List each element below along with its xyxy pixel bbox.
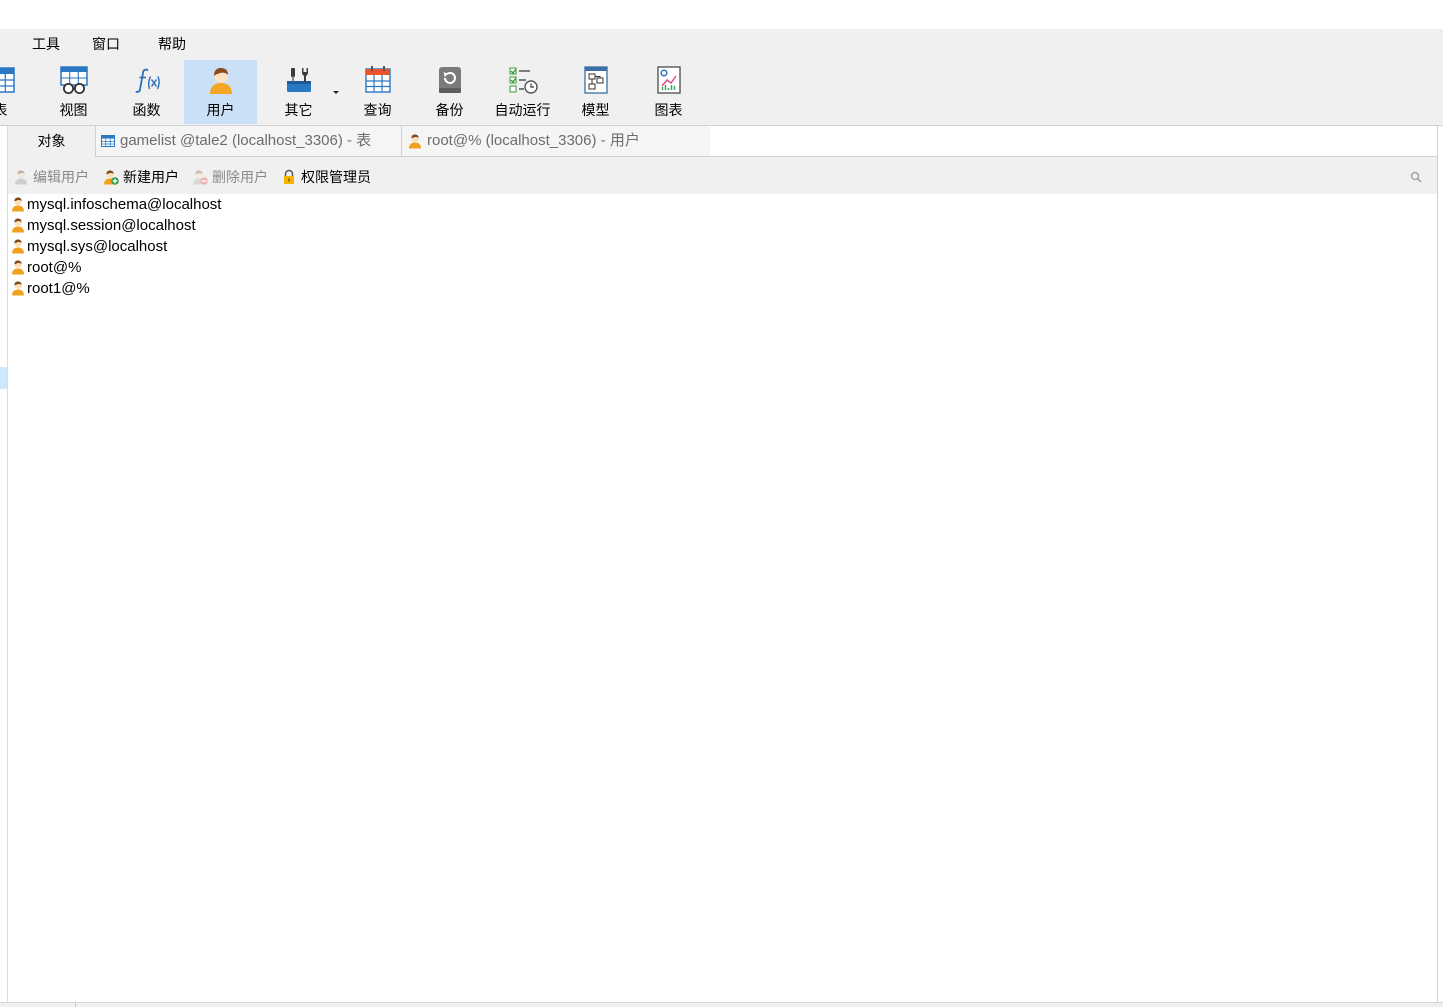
- menu-tools[interactable]: 工具: [32, 36, 60, 52]
- user-icon: [12, 260, 24, 275]
- menu-window[interactable]: 窗口: [92, 36, 120, 52]
- toolbar-backup-button[interactable]: 备份: [413, 60, 486, 124]
- object-toolbar: 编辑用户 新建用户 删除用户 权限管理员: [8, 157, 1437, 194]
- toolbar-backup-label: 备份: [435, 102, 464, 118]
- new-user-label: 新建用户: [123, 169, 179, 185]
- function-icon: [134, 68, 160, 93]
- user-icon: [12, 218, 24, 233]
- automation-icon: [509, 67, 538, 94]
- edit-user-button[interactable]: 编辑用户: [13, 167, 99, 187]
- toolbar-chart-button[interactable]: 图表: [632, 60, 705, 124]
- toolbar-other-label: 其它: [284, 102, 313, 118]
- toolbar-view-button[interactable]: 视图: [37, 60, 110, 124]
- delete-user-button[interactable]: 删除用户: [192, 167, 278, 187]
- toolbar-function-button[interactable]: 函数: [110, 60, 183, 124]
- toolbar-query-label: 查询: [363, 102, 392, 118]
- toolbar-query-button[interactable]: 查询: [341, 60, 414, 124]
- user-name: mysql.infoschema@localhost: [27, 196, 222, 213]
- toolbar-chart-label: 图表: [654, 102, 683, 118]
- view-icon: [59, 66, 88, 94]
- toolbar-other-button[interactable]: 其它: [262, 60, 344, 124]
- toolbar-function-label: 函数: [132, 102, 161, 118]
- query-icon: [364, 66, 391, 93]
- user-name: root1@%: [27, 280, 90, 297]
- status-divider: [75, 1003, 76, 1007]
- status-bar: [0, 1002, 1443, 1007]
- user-icon: [209, 68, 232, 94]
- backup-icon: [438, 67, 461, 93]
- content-border: [1437, 126, 1438, 1002]
- menu-bar: 工具 窗口 帮助: [0, 29, 1443, 58]
- tab-gamelist-table[interactable]: gamelist @tale2 (localhost_3306) - 表: [96, 126, 401, 156]
- lock-icon: [284, 169, 294, 184]
- privilege-manager-label: 权限管理员: [301, 169, 371, 185]
- toolbar-automation-button[interactable]: 自动运行: [486, 60, 559, 124]
- edit-user-icon: [15, 170, 27, 185]
- chart-icon: [656, 66, 681, 94]
- chevron-down-icon[interactable]: [333, 91, 339, 94]
- tab-objects[interactable]: 对象: [8, 126, 95, 157]
- user-icon: [12, 197, 24, 212]
- toolbar-table-label: 表: [0, 102, 8, 118]
- model-icon: [583, 66, 608, 94]
- user-icon: [409, 134, 421, 149]
- user-icon: [12, 239, 24, 254]
- user-list: mysql.infoschema@localhost mysql.session…: [8, 194, 1437, 1002]
- toolbar-model-button[interactable]: 模型: [559, 60, 632, 124]
- toolbar-model-label: 模型: [581, 102, 610, 118]
- add-user-icon: [104, 170, 119, 185]
- new-user-button[interactable]: 新建用户: [103, 167, 189, 187]
- table-icon: [0, 67, 15, 93]
- privilege-manager-button[interactable]: 权限管理员: [281, 167, 381, 187]
- tab-gamelist-label: gamelist @tale2 (localhost_3306) - 表: [120, 132, 372, 149]
- user-icon: [12, 281, 24, 296]
- toolbar-user-button[interactable]: 用户: [184, 60, 257, 124]
- tools-icon: [286, 68, 311, 92]
- tab-root-user[interactable]: root@% (localhost_3306) - 用户: [402, 126, 710, 156]
- navigation-pane-edge[interactable]: [0, 126, 8, 1002]
- user-name: mysql.sys@localhost: [27, 238, 168, 255]
- table-icon: [101, 135, 115, 147]
- user-name: mysql.session@localhost: [27, 217, 196, 234]
- menu-help[interactable]: 帮助: [158, 36, 186, 52]
- tab-root-label: root@% (localhost_3306) - 用户: [427, 132, 640, 149]
- edit-user-label: 编辑用户: [33, 169, 89, 185]
- delete-user-icon: [193, 170, 208, 185]
- main-toolbar: 表 视图 函数 用户 其它 查询 备份 自动运行 模型 图表: [0, 58, 1443, 126]
- user-name: root@%: [27, 259, 82, 276]
- toolbar-automation-label: 自动运行: [494, 102, 551, 118]
- toolbar-table-button[interactable]: 表: [0, 60, 37, 124]
- window-top-area: [0, 0, 1443, 29]
- tab-strip: 对象 gamelist @tale2 (localhost_3306) - 表 …: [0, 126, 1443, 157]
- tab-objects-label: 对象: [37, 133, 66, 149]
- search-icon[interactable]: [1410, 171, 1422, 183]
- list-item[interactable]: mysql.sys@localhost: [8, 236, 268, 257]
- navigation-selected-item[interactable]: [0, 367, 7, 389]
- list-item[interactable]: root@%: [8, 257, 268, 278]
- list-item[interactable]: mysql.session@localhost: [8, 215, 268, 236]
- list-item[interactable]: mysql.infoschema@localhost: [8, 194, 268, 215]
- toolbar-view-label: 视图: [59, 102, 88, 118]
- delete-user-label: 删除用户: [212, 169, 268, 185]
- toolbar-user-label: 用户: [206, 102, 235, 118]
- list-item[interactable]: root1@%: [8, 278, 268, 299]
